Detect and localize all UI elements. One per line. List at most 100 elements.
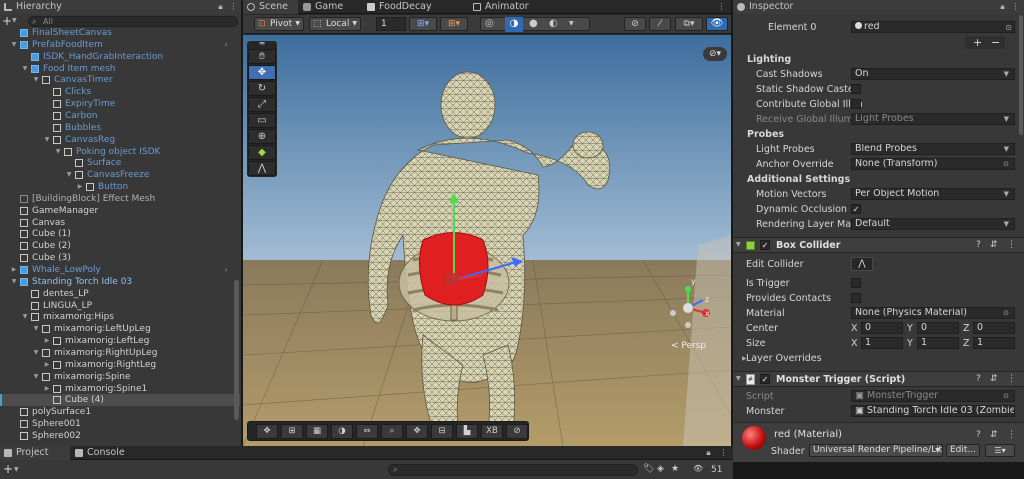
tab-inspector[interactable]: Inspector: [733, 0, 1024, 14]
dynamic-occlusion-checkbox[interactable]: ✓: [851, 204, 861, 214]
shaded-wireframe-icon[interactable]: ◑: [505, 17, 523, 32]
motion-vectors-dropdown[interactable]: Per Object Motion ▼: [851, 188, 1015, 200]
hierarchy-item[interactable]: ▼ mixamorig:LeftUpLeg: [0, 323, 240, 335]
transform-icon[interactable]: ✥: [406, 424, 428, 439]
add-icon[interactable]: +: [2, 15, 12, 27]
hierarchy-item[interactable]: Cube (3): [0, 252, 240, 264]
chevron-down-icon[interactable]: ▼: [12, 17, 17, 24]
foldout-arrow-icon[interactable]: ▶: [43, 383, 51, 395]
size-z-field[interactable]: 1: [973, 337, 1015, 349]
hierarchy-item[interactable]: ▼ mixamorig:Hips: [0, 311, 240, 323]
tab-animator[interactable]: Animator: [469, 0, 539, 14]
center-z-field[interactable]: 0: [973, 322, 1015, 334]
toggle-2d-button[interactable]: ⊘: [624, 17, 646, 31]
foldout-arrow-icon[interactable]: ▼: [32, 323, 40, 335]
hierarchy-item[interactable]: Clicks: [0, 86, 240, 98]
hierarchy-item[interactable]: Cube (2): [0, 240, 240, 252]
tab-hierarchy[interactable]: Hierarchy: [0, 0, 241, 14]
shaded-icon[interactable]: ●: [529, 18, 538, 30]
hierarchy-item[interactable]: Sphere002: [0, 430, 240, 442]
rect-tool-icon[interactable]: ▭: [248, 113, 276, 128]
create-icon[interactable]: +: [3, 463, 13, 475]
rotate-tool-icon[interactable]: ↻: [248, 81, 276, 96]
help-icon[interactable]: ?: [976, 240, 981, 250]
hierarchy-item[interactable]: ▼ PrefabFoodItem ›: [0, 39, 240, 51]
preset-icon[interactable]: ⇵: [990, 374, 998, 384]
collider-edit-icon[interactable]: ◆: [248, 145, 276, 160]
project-search-input[interactable]: ⌕: [388, 464, 638, 476]
hierarchy-item[interactable]: [BuildingBlock] Effect Mesh: [0, 193, 240, 205]
physics-material-field[interactable]: None (Physics Material) ⊙: [851, 307, 1015, 319]
xb-toggle[interactable]: XB: [481, 424, 503, 439]
anchor-override-field[interactable]: None (Transform) ⊙: [851, 158, 1015, 170]
add-element-button[interactable]: +: [973, 36, 982, 49]
is-trigger-checkbox[interactable]: [851, 278, 861, 288]
foldout-arrow-icon[interactable]: ▼: [21, 311, 29, 323]
lock-icon[interactable]: 🔒︎: [704, 448, 713, 457]
preset-icon[interactable]: ⇵: [990, 240, 998, 250]
visibility-button[interactable]: 👁︎: [706, 17, 728, 31]
favorite-icon[interactable]: ★: [671, 464, 679, 474]
kebab-menu-icon[interactable]: ⋮: [1011, 2, 1020, 11]
tab-game[interactable]: Game: [299, 0, 361, 14]
hierarchy-item[interactable]: Sphere001: [0, 418, 240, 430]
hierarchy-item[interactable]: FinalSheetCanvas: [0, 27, 240, 39]
box-collider-enabled-checkbox[interactable]: ✓: [760, 240, 770, 250]
layer-overrides-row[interactable]: ▶ Layer Overrides: [742, 352, 1020, 365]
unlit-icon[interactable]: ◐: [549, 18, 558, 30]
kebab-menu-icon[interactable]: ⋮: [717, 2, 726, 11]
shading-icon[interactable]: ◑: [331, 424, 353, 439]
tab-console[interactable]: Console: [71, 446, 141, 460]
foldout-arrow-icon[interactable]: ▼: [10, 276, 18, 288]
foldout-arrow-icon[interactable]: ▼: [43, 134, 51, 146]
hierarchy-item[interactable]: ▼ Food Item mesh: [0, 63, 240, 75]
shader-dropdown[interactable]: Universal Render Pipeline/Lit ▼: [809, 444, 943, 457]
lighting-header[interactable]: Lighting: [747, 54, 791, 65]
open-prefab-icon[interactable]: ›: [222, 39, 230, 51]
center-y-field[interactable]: 0: [917, 322, 959, 334]
lock-icon[interactable]: 🔒︎: [216, 2, 225, 11]
local-dropdown[interactable]: ⬚ Local ▼: [309, 17, 361, 31]
eye-icon[interactable]: 👁︎: [693, 464, 703, 473]
provides-contacts-checkbox[interactable]: [851, 293, 861, 303]
help-icon[interactable]: ?: [976, 430, 981, 440]
hierarchy-scrollbar[interactable]: [234, 280, 239, 420]
transform-tool-icon[interactable]: ⊕: [248, 129, 276, 144]
foldout-arrow-icon[interactable]: ▶: [43, 359, 51, 371]
cast-shadows-dropdown[interactable]: On ▼: [851, 68, 1015, 80]
foldout-arrow-icon[interactable]: ▶: [76, 181, 84, 193]
scene-viewport[interactable]: ═ ✋︎ ✥ ↻ ⤢ ▭ ⊕ ◆ ⋀ y z x < Persp ⊘▾ ✥ ⊞ ▦ ◑…: [243, 35, 731, 446]
foldout-arrow-icon[interactable]: ▼: [54, 146, 62, 158]
hierarchy-item[interactable]: polySurface1: [0, 406, 240, 418]
snap-icon[interactable]: ▦: [306, 424, 328, 439]
search-by-label-icon[interactable]: ◈: [657, 464, 664, 474]
grid-snap-field[interactable]: 1: [376, 17, 406, 31]
size-y-field[interactable]: 1: [917, 337, 959, 349]
hierarchy-search-input[interactable]: ⌕ All: [28, 16, 238, 27]
additional-settings-header[interactable]: Additional Settings: [747, 174, 850, 185]
object-picker-icon[interactable]: ⊙: [1005, 21, 1012, 34]
hierarchy-item[interactable]: LINGUA_LP: [0, 300, 240, 312]
center-x-field[interactable]: 0: [861, 322, 903, 334]
hierarchy-item[interactable]: ▶ mixamorig:RightLeg: [0, 359, 240, 371]
hierarchy-item[interactable]: GameManager: [0, 205, 240, 217]
size-x-field[interactable]: 1: [861, 337, 903, 349]
orientation-gizmo[interactable]: y z x: [663, 277, 713, 333]
persp-label[interactable]: < Persp: [671, 341, 706, 351]
box-collider-header[interactable]: ▼ ✓ Box Collider ? ⇵ ⋮: [733, 237, 1024, 253]
kebab-menu-icon[interactable]: ⋮: [1007, 240, 1016, 250]
kebab-menu-icon[interactable]: ⋮: [719, 448, 728, 457]
move-tool-icon[interactable]: ✥: [248, 65, 276, 80]
hierarchy-item[interactable]: ▼ Poking object ISDK: [0, 146, 240, 158]
open-prefab-icon[interactable]: ›: [222, 264, 230, 276]
chevron-down-icon[interactable]: ▼: [569, 20, 574, 27]
snap-toggle-button[interactable]: ⊞▾: [440, 17, 468, 31]
scene-overlay-menu[interactable]: ⊘▾: [703, 47, 727, 61]
foldout-arrow-icon[interactable]: ▼: [65, 169, 73, 181]
hierarchy-item[interactable]: Carbon: [0, 110, 240, 122]
contribute-gi-checkbox[interactable]: [851, 99, 861, 109]
object-picker-icon[interactable]: ⊙: [1003, 159, 1009, 169]
hierarchy-item[interactable]: Cube (4): [0, 394, 240, 407]
hierarchy-item[interactable]: ▼ CanvasFreeze: [0, 169, 240, 181]
grid-toggle-button[interactable]: ⊞▾: [409, 17, 437, 31]
